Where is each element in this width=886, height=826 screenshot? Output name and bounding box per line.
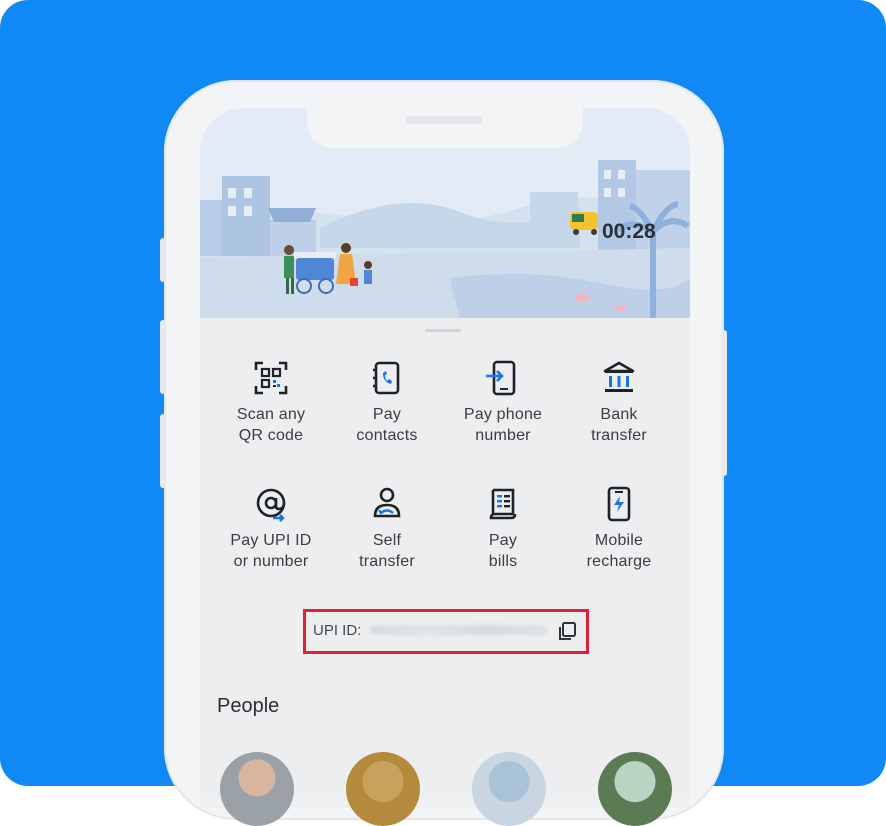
action-label: Pay contacts bbox=[356, 406, 418, 444]
avatar[interactable] bbox=[598, 752, 672, 826]
action-label: Mobile recharge bbox=[586, 532, 652, 570]
bill-receipt-icon bbox=[489, 488, 517, 520]
phone-side-button bbox=[160, 238, 166, 282]
at-sign-icon bbox=[256, 488, 286, 522]
avatar[interactable] bbox=[472, 752, 546, 826]
self-transfer-button[interactable]: Self transfer bbox=[332, 484, 442, 572]
bank-icon bbox=[603, 361, 635, 392]
people-heading: People bbox=[217, 695, 280, 717]
avatar[interactable] bbox=[220, 752, 294, 826]
pay-bills-button[interactable]: Pay bills bbox=[448, 484, 558, 572]
phone-side-button bbox=[721, 330, 727, 476]
self-transfer-icon bbox=[373, 487, 401, 518]
action-label: Self transfer bbox=[359, 532, 415, 570]
pay-phone-number-button[interactable]: Pay phone number bbox=[448, 358, 558, 446]
action-label: Pay UPI ID or number bbox=[230, 532, 312, 570]
qr-scan-icon bbox=[254, 361, 288, 395]
mobile-recharge-button[interactable]: Mobile recharge bbox=[564, 484, 674, 572]
avatar[interactable] bbox=[346, 752, 420, 826]
action-label: Scan any QR code bbox=[236, 406, 306, 444]
phone-arrow-icon bbox=[486, 360, 516, 396]
phone-notch bbox=[307, 104, 583, 148]
phone-speaker bbox=[406, 116, 482, 124]
action-label: Pay phone number bbox=[463, 406, 543, 444]
contacts-book-icon bbox=[373, 361, 400, 395]
phone-side-button bbox=[160, 320, 166, 394]
bank-transfer-button[interactable]: Bank transfer bbox=[564, 358, 674, 446]
action-label: Pay bills bbox=[488, 532, 518, 570]
mobile-recharge-icon bbox=[607, 486, 631, 522]
sheet-drag-handle[interactable] bbox=[425, 329, 461, 332]
phone-side-button bbox=[160, 414, 166, 488]
action-label: Bank transfer bbox=[591, 406, 647, 444]
upi-id-value-redacted bbox=[370, 625, 548, 635]
clock-timer: 00:28 bbox=[602, 220, 656, 243]
scan-qr-button[interactable]: Scan any QR code bbox=[216, 358, 326, 446]
pay-contacts-button[interactable]: Pay contacts bbox=[332, 358, 442, 446]
copy-icon[interactable] bbox=[557, 621, 577, 641]
pay-upi-id-button[interactable]: Pay UPI ID or number bbox=[216, 484, 326, 572]
upi-id-label: UPI ID: bbox=[313, 622, 362, 639]
